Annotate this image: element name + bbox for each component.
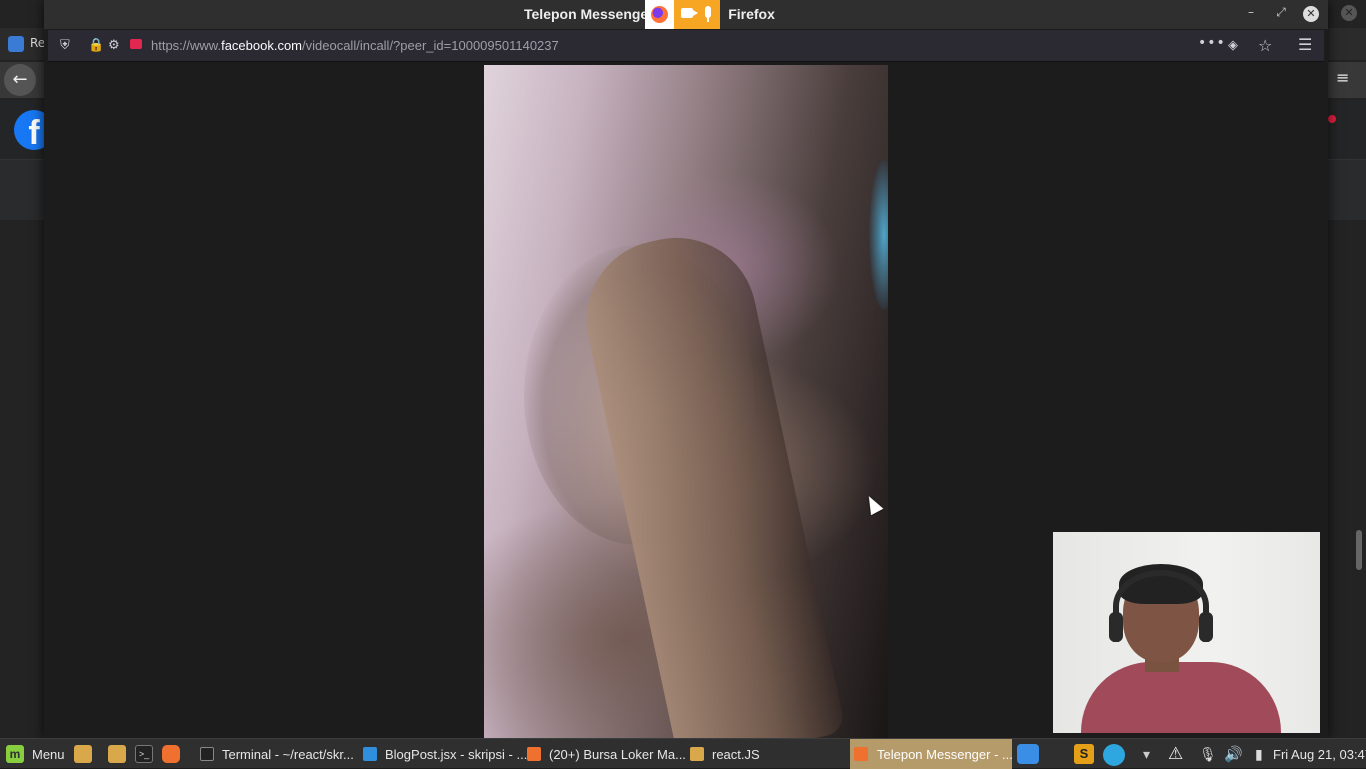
sharing-indicator[interactable] xyxy=(645,0,720,29)
taskbar-task-messenger-active[interactable]: Telepon Messenger - ... xyxy=(850,739,1013,769)
file-manager-launcher-icon[interactable] xyxy=(74,745,92,763)
background-tab-label[interactable]: Re xyxy=(30,36,45,50)
linux-mint-icon: m xyxy=(6,745,24,763)
permissions-icon[interactable]: ⚙ xyxy=(108,38,120,53)
react-tab-icon[interactable] xyxy=(8,36,24,52)
terminal-icon xyxy=(200,747,214,761)
headset-icon xyxy=(1113,570,1209,642)
remote-video-feed[interactable] xyxy=(484,65,888,740)
volume-icon[interactable]: 🔊 xyxy=(1224,745,1243,763)
terminal-launcher-icon[interactable]: >_ xyxy=(135,745,153,763)
warning-icon[interactable]: ⚠ xyxy=(1168,744,1183,764)
hamburger-menu-icon[interactable]: ☰ xyxy=(1298,35,1312,54)
background-close-icon[interactable]: ✕ xyxy=(1341,5,1357,21)
start-menu-button[interactable]: m Menu xyxy=(4,739,68,769)
camera-sharing-icon[interactable] xyxy=(681,8,698,18)
remote-background-object xyxy=(869,160,888,310)
firefox-icon xyxy=(527,747,541,761)
task-label: Telepon Messenger - ... xyxy=(877,747,1013,762)
tracking-shield-icon[interactable]: ⛨ xyxy=(60,38,70,53)
task-label: Terminal - ~/react/skr... xyxy=(222,747,354,762)
microphone-icon[interactable]: 🎙 xyxy=(1199,746,1217,763)
pocket-icon[interactable]: ◈ xyxy=(1228,38,1238,53)
messenger-call-window: Telepon Messenge Firefox – ⤢ ✕ ⛨ 🔒 ⚙ http… xyxy=(44,0,1328,740)
vscode-icon xyxy=(363,747,377,761)
camera-permission-icon[interactable] xyxy=(130,39,142,49)
maximize-button[interactable]: ⤢ xyxy=(1272,5,1290,20)
url-bar[interactable]: ⛨ 🔒 ⚙ https://www.facebook.com/videocall… xyxy=(48,30,1324,62)
cloud-app-icon[interactable] xyxy=(1017,744,1039,764)
minimize-button[interactable]: – xyxy=(1242,5,1260,19)
background-menu-icon[interactable]: ≡ xyxy=(1336,68,1349,87)
self-person-shirt xyxy=(1081,662,1281,733)
clock[interactable]: Fri Aug 21, 03:47 xyxy=(1273,747,1366,762)
headset-earcup-left xyxy=(1109,612,1123,642)
firefox-icon xyxy=(645,0,674,29)
firefox-launcher-icon[interactable] xyxy=(162,745,180,763)
headset-earcup-right xyxy=(1199,612,1213,642)
call-content-area xyxy=(48,63,1324,740)
window-title-left: Telepon Messenge xyxy=(524,6,649,22)
back-arrow-icon[interactable]: ← xyxy=(4,64,36,96)
taskbar: m Menu >_ Terminal - ~/react/skr... Blog… xyxy=(0,738,1366,769)
close-button[interactable]: ✕ xyxy=(1303,6,1319,22)
url-prefix: https://www. xyxy=(151,38,222,53)
lock-icon[interactable]: 🔒 xyxy=(88,38,104,53)
folder-icon xyxy=(690,747,704,761)
url-text[interactable]: https://www.facebook.com/videocall/incal… xyxy=(151,38,559,53)
menu-label: Menu xyxy=(32,747,65,762)
task-label: (20+) Bursa Loker Ma... xyxy=(549,747,686,762)
url-domain: facebook.com xyxy=(221,38,303,53)
folder-launcher-icon[interactable] xyxy=(108,745,126,763)
window-title-right: Firefox xyxy=(728,6,775,22)
battery-icon[interactable]: ▮ xyxy=(1255,746,1263,763)
bookmark-star-icon[interactable]: ☆ xyxy=(1258,36,1272,55)
wifi-icon[interactable]: ▾ xyxy=(1143,746,1150,763)
sublime-tray-icon[interactable]: S xyxy=(1074,744,1094,764)
firefox-icon xyxy=(854,747,868,761)
task-label: BlogPost.jsx - skripsi - ... xyxy=(385,747,528,762)
microphone-sharing-icon[interactable] xyxy=(705,6,711,22)
notification-dot xyxy=(1328,115,1336,123)
task-label: react.JS xyxy=(712,747,760,762)
background-scrollbar[interactable] xyxy=(1356,530,1362,570)
page-actions-icon[interactable]: ••• xyxy=(1198,35,1226,51)
telegram-tray-icon[interactable] xyxy=(1103,744,1125,766)
self-video-preview[interactable] xyxy=(1053,532,1320,733)
window-titlebar[interactable]: Telepon Messenge Firefox – ⤢ ✕ xyxy=(44,0,1328,29)
url-path: /videocall/incall/?peer_id=1000095011402… xyxy=(302,38,559,53)
